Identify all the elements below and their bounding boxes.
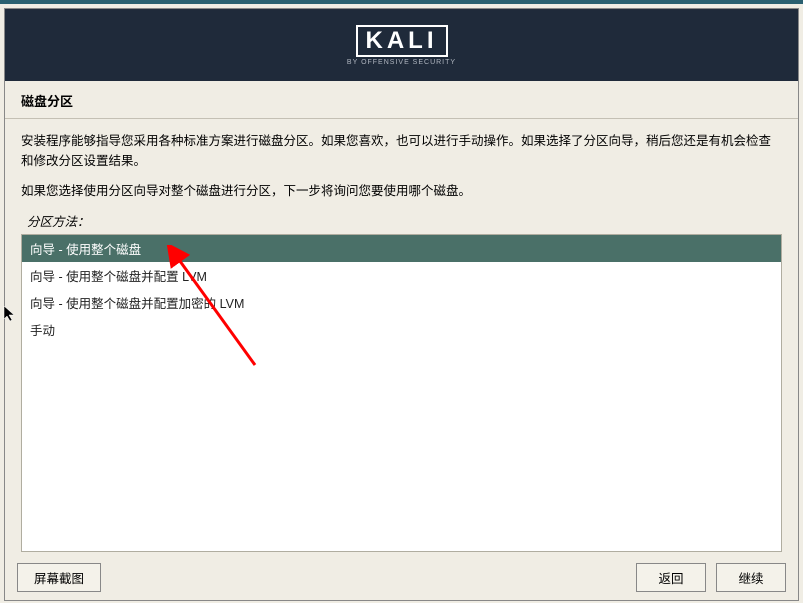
content-area: 安装程序能够指导您采用各种标准方案进行磁盘分区。如果您喜欢，也可以进行手动操作。… [5, 119, 798, 564]
option-guided-whole-disk-encrypted-lvm[interactable]: 向导 - 使用整个磁盘并配置加密的 LVM [22, 289, 781, 316]
footer-bar: 屏幕截图 返回 继续 [17, 563, 786, 592]
header-banner: KALI BY OFFENSIVE SECURITY [5, 9, 798, 81]
description-line-1: 安装程序能够指导您采用各种标准方案进行磁盘分区。如果您喜欢，也可以进行手动操作。… [21, 131, 782, 171]
screenshot-button[interactable]: 屏幕截图 [17, 563, 101, 592]
description-line-2: 如果您选择使用分区向导对整个磁盘进行分区，下一步将询问您要使用哪个磁盘。 [21, 181, 782, 201]
kali-logo: KALI [356, 25, 448, 57]
page-title: 磁盘分区 [5, 81, 798, 119]
kali-logo-subtitle: BY OFFENSIVE SECURITY [347, 59, 456, 66]
option-guided-whole-disk-lvm[interactable]: 向导 - 使用整个磁盘并配置 LVM [22, 262, 781, 289]
footer-right-group: 返回 继续 [636, 563, 786, 592]
option-guided-whole-disk[interactable]: 向导 - 使用整个磁盘 [22, 235, 781, 262]
partition-method-label: 分区方法： [27, 211, 782, 230]
back-button[interactable]: 返回 [636, 563, 706, 592]
option-manual[interactable]: 手动 [22, 316, 781, 343]
installer-window: KALI BY OFFENSIVE SECURITY 磁盘分区 安装程序能够指导… [4, 8, 799, 601]
partition-method-list: 向导 - 使用整个磁盘 向导 - 使用整个磁盘并配置 LVM 向导 - 使用整个… [21, 234, 782, 552]
window-top-border [0, 0, 803, 4]
continue-button[interactable]: 继续 [716, 563, 786, 592]
